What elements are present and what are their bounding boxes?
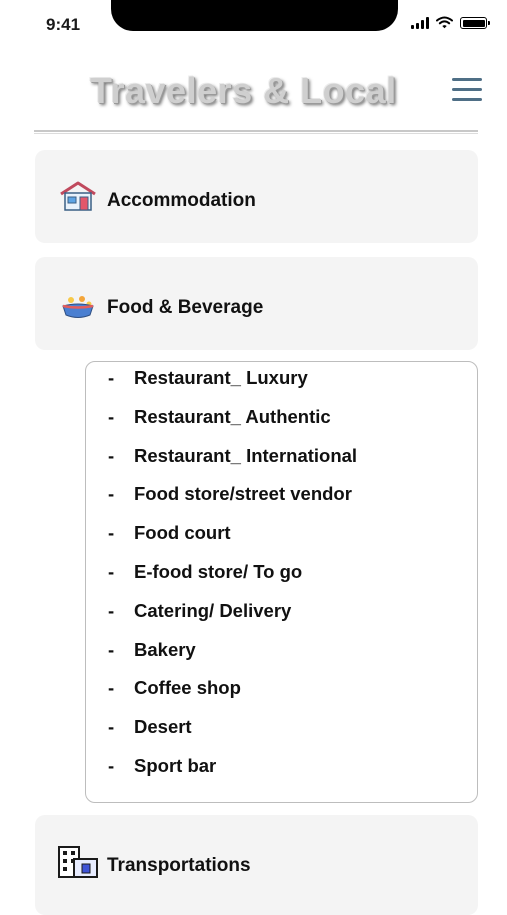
submenu-item-coffee-shop[interactable]: - Coffee shop — [108, 677, 241, 699]
food-bowl-icon — [62, 296, 94, 318]
category-label: Food & Beverage — [107, 297, 264, 318]
category-accommodation[interactable]: Accommodation — [35, 150, 478, 243]
submenu-item-e-food-store[interactable]: - E-food store/ To go — [108, 561, 302, 583]
submenu-item-restaurant-luxury[interactable]: - Restaurant_ Luxury — [108, 367, 308, 389]
wifi-icon — [436, 16, 453, 29]
house-icon — [60, 181, 96, 211]
status-icons — [411, 16, 490, 29]
category-label: Accommodation — [107, 190, 256, 211]
submenu-item-catering[interactable]: - Catering/ Delivery — [108, 600, 291, 622]
submenu-item-restaurant-authentic[interactable]: - Restaurant_ Authentic — [108, 406, 331, 428]
battery-icon — [460, 17, 490, 29]
app-title: Travelers & Local — [90, 70, 397, 111]
submenu-item-bakery[interactable]: - Bakery — [108, 639, 196, 661]
submenu-item-desert[interactable]: - Desert — [108, 716, 192, 738]
category-food-beverage[interactable]: Food & Beverage — [35, 257, 478, 350]
submenu-item-sport-bar[interactable]: - Sport bar — [108, 755, 216, 777]
submenu-item-food-court[interactable]: - Food court — [108, 522, 231, 544]
food-beverage-submenu: - Restaurant_ Luxury - Restaurant_ Authent… — [85, 361, 478, 803]
submenu-item-food-store[interactable]: - Food store/street vendor — [108, 483, 352, 505]
building-icon — [58, 846, 98, 878]
device-notch — [111, 0, 398, 31]
submenu-item-restaurant-international[interactable]: - Restaurant_ International — [108, 445, 357, 467]
header-divider — [34, 130, 478, 134]
hamburger-menu-icon[interactable] — [452, 78, 484, 102]
status-bar: 9:41 — [0, 0, 507, 50]
cellular-signal-icon — [411, 17, 429, 29]
status-time: 9:41 — [46, 15, 81, 34]
category-transportations[interactable]: Transportations — [35, 815, 478, 915]
category-label: Transportations — [107, 855, 251, 876]
